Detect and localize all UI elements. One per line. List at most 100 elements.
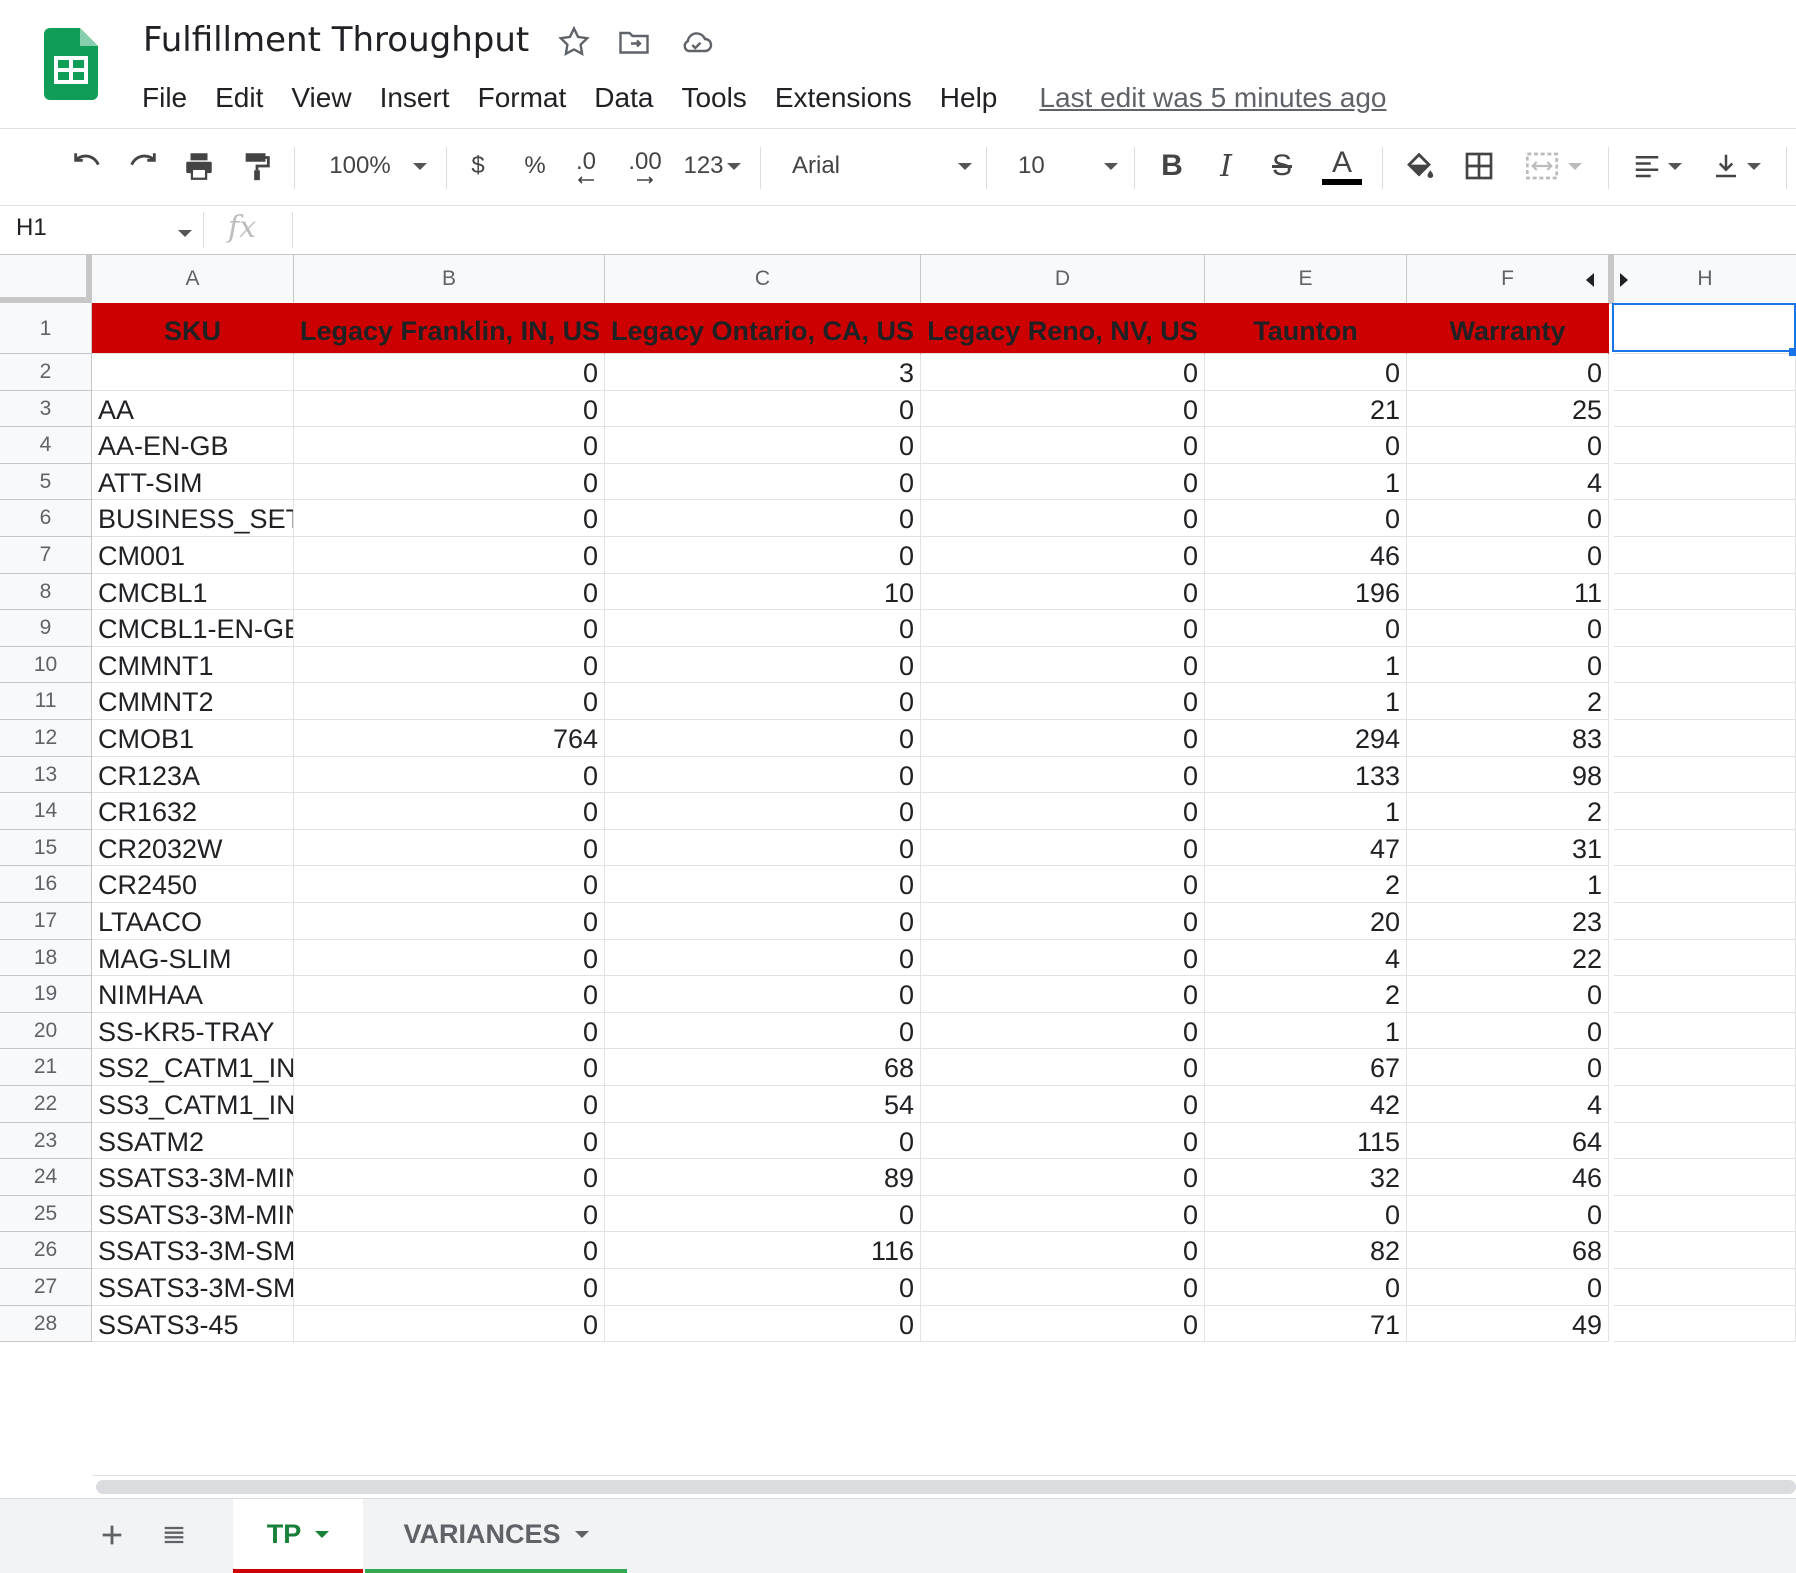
cell-sku[interactable]: SS-KR5-TRAY bbox=[92, 1012, 294, 1050]
cell-legacy-reno[interactable]: 0 bbox=[921, 1232, 1205, 1269]
cell-h[interactable] bbox=[1614, 1159, 1796, 1196]
header-cell[interactable]: Legacy Franklin, IN, US bbox=[294, 303, 605, 354]
cell-legacy-reno[interactable]: 0 bbox=[921, 610, 1205, 647]
cell-legacy-franklin[interactable]: 0 bbox=[294, 903, 605, 940]
menu-data[interactable]: Data bbox=[594, 82, 653, 114]
cell-legacy-reno[interactable]: 0 bbox=[921, 1122, 1205, 1160]
cell-legacy-ontario[interactable]: 0 bbox=[605, 1269, 921, 1306]
cell-warranty[interactable]: 83 bbox=[1407, 720, 1609, 757]
cell-legacy-reno[interactable]: 0 bbox=[921, 1195, 1205, 1233]
cell-sku[interactable]: BUSINESS_SET bbox=[92, 500, 294, 537]
cell-h[interactable] bbox=[1614, 1086, 1796, 1123]
menu-format[interactable]: Format bbox=[478, 82, 567, 114]
row-number[interactable]: 6 bbox=[0, 500, 92, 537]
cell-legacy-ontario[interactable]: 0 bbox=[605, 390, 921, 428]
cell-legacy-ontario[interactable]: 0 bbox=[605, 1195, 921, 1233]
cell-h[interactable] bbox=[1614, 427, 1796, 464]
cell-h[interactable] bbox=[1614, 1305, 1796, 1343]
cell-legacy-ontario[interactable]: 0 bbox=[605, 903, 921, 940]
cell-taunton[interactable]: 0 bbox=[1205, 610, 1407, 647]
cell-warranty[interactable]: 25 bbox=[1407, 390, 1609, 428]
row-number[interactable]: 8 bbox=[0, 573, 92, 611]
cell-legacy-franklin[interactable]: 0 bbox=[294, 1159, 605, 1196]
font-size-select[interactable]: 10 bbox=[1018, 143, 1118, 189]
name-box[interactable]: H1 bbox=[16, 214, 47, 242]
cell-legacy-franklin[interactable]: 0 bbox=[294, 354, 605, 391]
cell-warranty[interactable]: 0 bbox=[1407, 646, 1609, 684]
cell-taunton[interactable]: 133 bbox=[1205, 756, 1407, 794]
cell-legacy-franklin[interactable]: 0 bbox=[294, 683, 605, 720]
menu-extensions[interactable]: Extensions bbox=[775, 82, 912, 114]
column-header-c[interactable]: C bbox=[605, 255, 921, 303]
column-header-b[interactable]: B bbox=[294, 255, 605, 303]
cell-legacy-reno[interactable]: 0 bbox=[921, 427, 1205, 464]
header-cell[interactable]: Warranty bbox=[1407, 303, 1609, 354]
column-header-d[interactable]: D bbox=[921, 255, 1205, 303]
cell-legacy-franklin[interactable]: 0 bbox=[294, 500, 605, 537]
fill-handle[interactable] bbox=[1789, 348, 1796, 356]
fill-color-icon[interactable] bbox=[1398, 143, 1440, 189]
cell-legacy-reno[interactable]: 0 bbox=[921, 976, 1205, 1013]
cell-legacy-ontario[interactable]: 54 bbox=[605, 1086, 921, 1123]
cell-legacy-ontario[interactable]: 10 bbox=[605, 573, 921, 611]
row-number[interactable]: 20 bbox=[0, 1012, 92, 1050]
cell-taunton[interactable]: 71 bbox=[1205, 1305, 1407, 1343]
cell-legacy-ontario[interactable]: 0 bbox=[605, 463, 921, 501]
cell-legacy-ontario[interactable]: 0 bbox=[605, 1305, 921, 1343]
cell-legacy-reno[interactable]: 0 bbox=[921, 500, 1205, 537]
cell-legacy-reno[interactable]: 0 bbox=[921, 1305, 1205, 1343]
cell-sku[interactable]: SSATS3-3M-MIN bbox=[92, 1159, 294, 1196]
cell-sku[interactable] bbox=[92, 354, 294, 391]
row-number[interactable]: 21 bbox=[0, 1049, 92, 1086]
row-number[interactable]: 7 bbox=[0, 537, 92, 574]
row-number[interactable]: 24 bbox=[0, 1159, 92, 1196]
cell-sku[interactable]: CMMNT2 bbox=[92, 683, 294, 720]
font-family-select[interactable]: Arial bbox=[792, 143, 972, 189]
cell-taunton[interactable]: 1 bbox=[1205, 683, 1407, 720]
cell-warranty[interactable]: 23 bbox=[1407, 903, 1609, 940]
row-number[interactable]: 18 bbox=[0, 939, 92, 977]
cell-legacy-ontario[interactable]: 0 bbox=[605, 720, 921, 757]
all-sheets-icon[interactable] bbox=[152, 1513, 196, 1557]
row-number[interactable]: 9 bbox=[0, 610, 92, 647]
row-number[interactable]: 25 bbox=[0, 1195, 92, 1233]
cell-sku[interactable]: SSATS3-3M-MIN bbox=[92, 1195, 294, 1233]
cell-sku[interactable]: CMMNT1 bbox=[92, 646, 294, 684]
header-cell[interactable]: Legacy Reno, NV, US bbox=[921, 303, 1205, 354]
cell-legacy-franklin[interactable]: 0 bbox=[294, 793, 605, 830]
more-formats-button[interactable]: 123 bbox=[680, 143, 744, 189]
sheet-tab-variances[interactable]: VARIANCES bbox=[365, 1499, 627, 1573]
cell-warranty[interactable]: 0 bbox=[1407, 500, 1609, 537]
merge-cells-icon[interactable] bbox=[1518, 143, 1588, 189]
cell-taunton[interactable]: 1 bbox=[1205, 646, 1407, 684]
header-cell[interactable]: Legacy Ontario, CA, US bbox=[605, 303, 921, 354]
cell-taunton[interactable]: 1 bbox=[1205, 1012, 1407, 1050]
cell-legacy-franklin[interactable]: 0 bbox=[294, 390, 605, 428]
cell-warranty[interactable]: 0 bbox=[1407, 610, 1609, 647]
decrease-decimal-button[interactable]: .0 bbox=[566, 143, 606, 189]
cell-warranty[interactable]: 0 bbox=[1407, 976, 1609, 1013]
row-number[interactable]: 14 bbox=[0, 793, 92, 830]
cell-sku[interactable]: CMCBL1 bbox=[92, 573, 294, 611]
cell-h[interactable] bbox=[1614, 1195, 1796, 1233]
cell-taunton[interactable]: 0 bbox=[1205, 500, 1407, 537]
cell-h[interactable] bbox=[1614, 976, 1796, 1013]
last-edit-link[interactable]: Last edit was 5 minutes ago bbox=[1039, 82, 1386, 114]
cell-legacy-ontario[interactable]: 0 bbox=[605, 756, 921, 794]
row-number[interactable]: 13 bbox=[0, 756, 92, 794]
strikethrough-button[interactable]: S bbox=[1264, 143, 1300, 189]
cell-sku[interactable]: MAG-SLIM bbox=[92, 939, 294, 977]
cell-taunton[interactable]: 32 bbox=[1205, 1159, 1407, 1196]
row-number[interactable]: 16 bbox=[0, 866, 92, 903]
cell-h[interactable] bbox=[1614, 1049, 1796, 1086]
increase-decimal-button[interactable]: .00 bbox=[622, 143, 668, 189]
horizontal-scrollbar-thumb[interactable] bbox=[96, 1480, 1796, 1494]
cell-legacy-reno[interactable]: 0 bbox=[921, 646, 1205, 684]
move-to-folder-icon[interactable] bbox=[616, 24, 652, 60]
cell-taunton[interactable]: 196 bbox=[1205, 573, 1407, 611]
menu-file[interactable]: File bbox=[142, 82, 187, 114]
cell-taunton[interactable]: 0 bbox=[1205, 427, 1407, 464]
cell-warranty[interactable]: 64 bbox=[1407, 1122, 1609, 1160]
vertical-align-icon[interactable] bbox=[1706, 143, 1766, 189]
cell-legacy-ontario[interactable]: 0 bbox=[605, 829, 921, 867]
